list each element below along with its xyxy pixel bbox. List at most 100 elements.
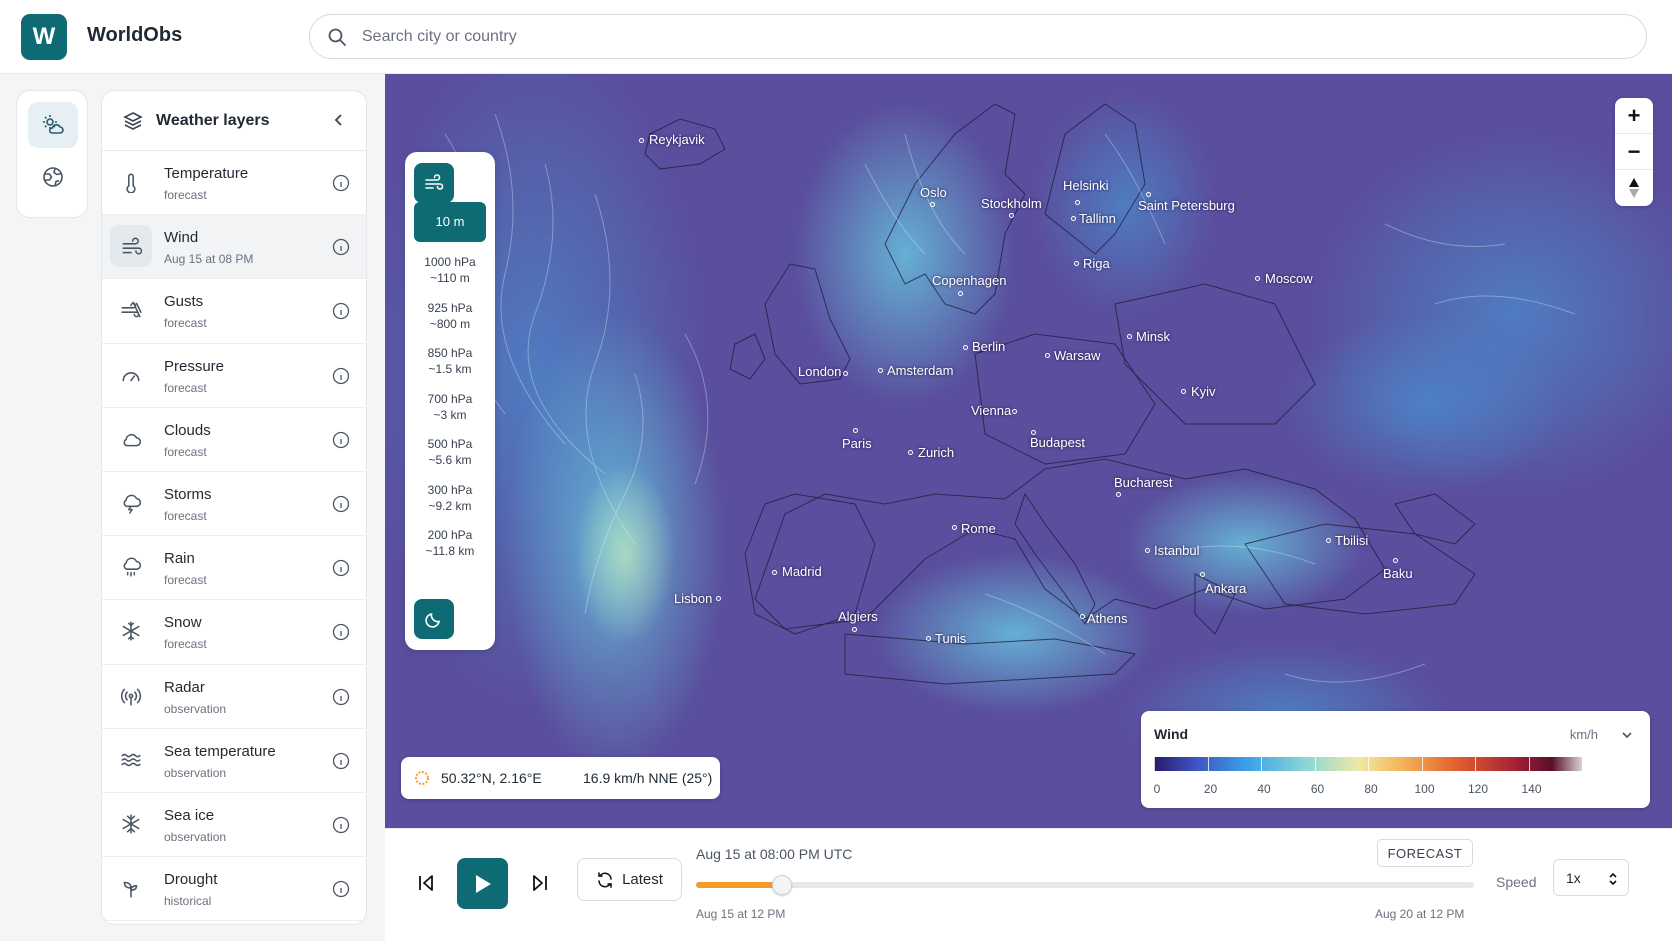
layer-item-gusts[interactable]: Gusts forecast	[102, 279, 366, 344]
layer-item-sea-temperature[interactable]: Sea temperature observation	[102, 729, 366, 793]
info-icon[interactable]	[332, 431, 350, 449]
altitude-level-option[interactable]: 500 hPa ~5.6 km	[414, 436, 486, 468]
latest-button[interactable]: Latest	[577, 858, 682, 901]
city-label-tallinn[interactable]: Tallinn	[1079, 211, 1116, 226]
compass-button[interactable]	[1615, 170, 1653, 206]
city-label-rome[interactable]: Rome	[961, 521, 996, 536]
info-icon[interactable]	[332, 367, 350, 385]
globe-mode-button[interactable]	[28, 154, 78, 200]
city-dot	[1071, 216, 1076, 221]
info-icon[interactable]	[332, 238, 350, 256]
step-back-button[interactable]	[411, 868, 441, 898]
legend-tick-label: 80	[1364, 782, 1378, 796]
night-mode-button[interactable]	[414, 599, 454, 639]
step-forward-button[interactable]	[525, 868, 555, 898]
city-label-kyiv[interactable]: Kyiv	[1191, 384, 1216, 399]
altitude-level-option[interactable]: 700 hPa ~3 km	[414, 391, 486, 423]
city-dot	[1145, 548, 1150, 553]
layer-item-storms[interactable]: Storms forecast	[102, 472, 366, 537]
city-label-amsterdam[interactable]: Amsterdam	[887, 363, 953, 378]
layer-item-drought[interactable]: Drought historical	[102, 857, 366, 922]
layer-name: Gusts	[164, 293, 204, 311]
layer-name: Temperature	[164, 165, 249, 182]
info-icon[interactable]	[332, 302, 350, 320]
play-button[interactable]	[457, 858, 508, 909]
snowflake-icon	[122, 621, 140, 641]
search-input[interactable]	[362, 25, 1562, 49]
weather-mode-button[interactable]	[28, 102, 78, 148]
legend-title: Wind	[1154, 726, 1189, 742]
timeline-end: Aug 20 at 12 PM	[1375, 907, 1465, 921]
city-label-riga[interactable]: Riga	[1083, 256, 1110, 271]
layer-name: Sea temperature	[164, 742, 276, 760]
city-dot	[1045, 353, 1050, 358]
city-label-helsinki[interactable]: Helsinki	[1063, 178, 1109, 193]
city-label-zurich[interactable]: Zurich	[918, 445, 954, 460]
city-label-bucharest[interactable]: Bucharest	[1114, 475, 1173, 490]
wind-layer-toggle[interactable]	[414, 163, 454, 203]
zoom-controls: + −	[1615, 98, 1653, 206]
info-icon[interactable]	[332, 174, 350, 192]
city-dot	[1080, 614, 1085, 619]
info-icon[interactable]	[332, 559, 350, 577]
layer-item-clouds[interactable]: Clouds forecast	[102, 408, 366, 472]
city-label-london[interactable]: London	[798, 364, 841, 379]
altitude-level-option[interactable]: 200 hPa ~11.8 km	[414, 527, 486, 559]
timeline-progress	[696, 882, 782, 888]
info-icon[interactable]	[332, 623, 350, 641]
collapse-chevron-icon[interactable]	[330, 111, 348, 129]
layer-item-wind[interactable]: Wind Aug 15 at 08 PM	[102, 215, 366, 280]
altitude-level-option[interactable]: 10 m	[414, 202, 486, 242]
city-label-algiers[interactable]: Algiers	[838, 609, 878, 624]
zoom-out-button[interactable]: −	[1615, 134, 1653, 170]
speed-select[interactable]: 1x	[1553, 859, 1629, 896]
info-icon[interactable]	[332, 688, 350, 706]
city-label-ankara[interactable]: Ankara	[1205, 581, 1246, 596]
altitude-level-option[interactable]: 300 hPa ~9.2 km	[414, 482, 486, 514]
city-label-reykjavik[interactable]: Reykjavik	[649, 132, 705, 147]
legend-tick-mark	[1154, 755, 1155, 773]
city-label-saint-petersburg[interactable]: Saint Petersburg	[1138, 198, 1235, 213]
city-label-warsaw[interactable]: Warsaw	[1054, 348, 1100, 363]
city-label-berlin[interactable]: Berlin	[972, 339, 1005, 354]
info-icon[interactable]	[332, 816, 350, 834]
layer-item-snow[interactable]: Snow forecast	[102, 600, 366, 665]
altitude-level-option[interactable]: 850 hPa ~1.5 km	[414, 345, 486, 377]
speed-value: 1x	[1566, 870, 1581, 886]
rain-icon	[123, 557, 142, 577]
city-label-tunis[interactable]: Tunis	[935, 631, 966, 646]
layer-item-sea-ice[interactable]: Sea ice observation	[102, 793, 366, 858]
city-label-baku[interactable]: Baku	[1383, 566, 1413, 581]
city-dot	[1075, 200, 1080, 205]
city-label-budapest[interactable]: Budapest	[1030, 435, 1085, 450]
layer-item-pressure[interactable]: Pressure forecast	[102, 344, 366, 408]
zoom-in-button[interactable]: +	[1615, 98, 1653, 134]
city-label-vienna[interactable]: Vienna	[971, 403, 1011, 418]
timeline-track[interactable]	[696, 875, 1474, 895]
city-label-copenhagen[interactable]: Copenhagen	[932, 273, 1006, 288]
city-label-minsk[interactable]: Minsk	[1136, 329, 1170, 344]
city-label-istanbul[interactable]: Istanbul	[1154, 543, 1200, 558]
timeline-scrubber[interactable]	[771, 875, 792, 895]
app-logo[interactable]: W	[21, 14, 67, 60]
city-label-stockholm[interactable]: Stockholm	[981, 196, 1042, 211]
altitude-level-option[interactable]: 925 hPa ~800 m	[414, 300, 486, 332]
legend-unit[interactable]: km/h	[1570, 727, 1598, 742]
level-pressure: 850 hPa	[427, 346, 473, 360]
layer-item-radar[interactable]: Radar observation	[102, 665, 366, 729]
layer-item-temperature[interactable]: Temperature forecast	[102, 151, 366, 216]
info-icon[interactable]	[332, 880, 350, 898]
info-icon[interactable]	[332, 495, 350, 513]
info-icon[interactable]	[332, 752, 350, 770]
city-label-madrid[interactable]: Madrid	[782, 564, 822, 579]
city-label-lisbon[interactable]: Lisbon	[674, 591, 712, 606]
city-label-athens[interactable]: Athens	[1087, 611, 1127, 626]
altitude-level-option[interactable]: 1000 hPa ~110 m	[414, 254, 486, 286]
city-label-moscow[interactable]: Moscow	[1265, 271, 1313, 286]
layer-item-rain[interactable]: Rain forecast	[102, 536, 366, 601]
chevron-down-icon[interactable]	[1620, 728, 1634, 742]
city-label-paris[interactable]: Paris	[842, 436, 872, 451]
city-label-oslo[interactable]: Oslo	[920, 185, 947, 200]
search-bar[interactable]	[309, 14, 1647, 59]
city-label-tbilisi[interactable]: Tbilisi	[1335, 533, 1368, 548]
